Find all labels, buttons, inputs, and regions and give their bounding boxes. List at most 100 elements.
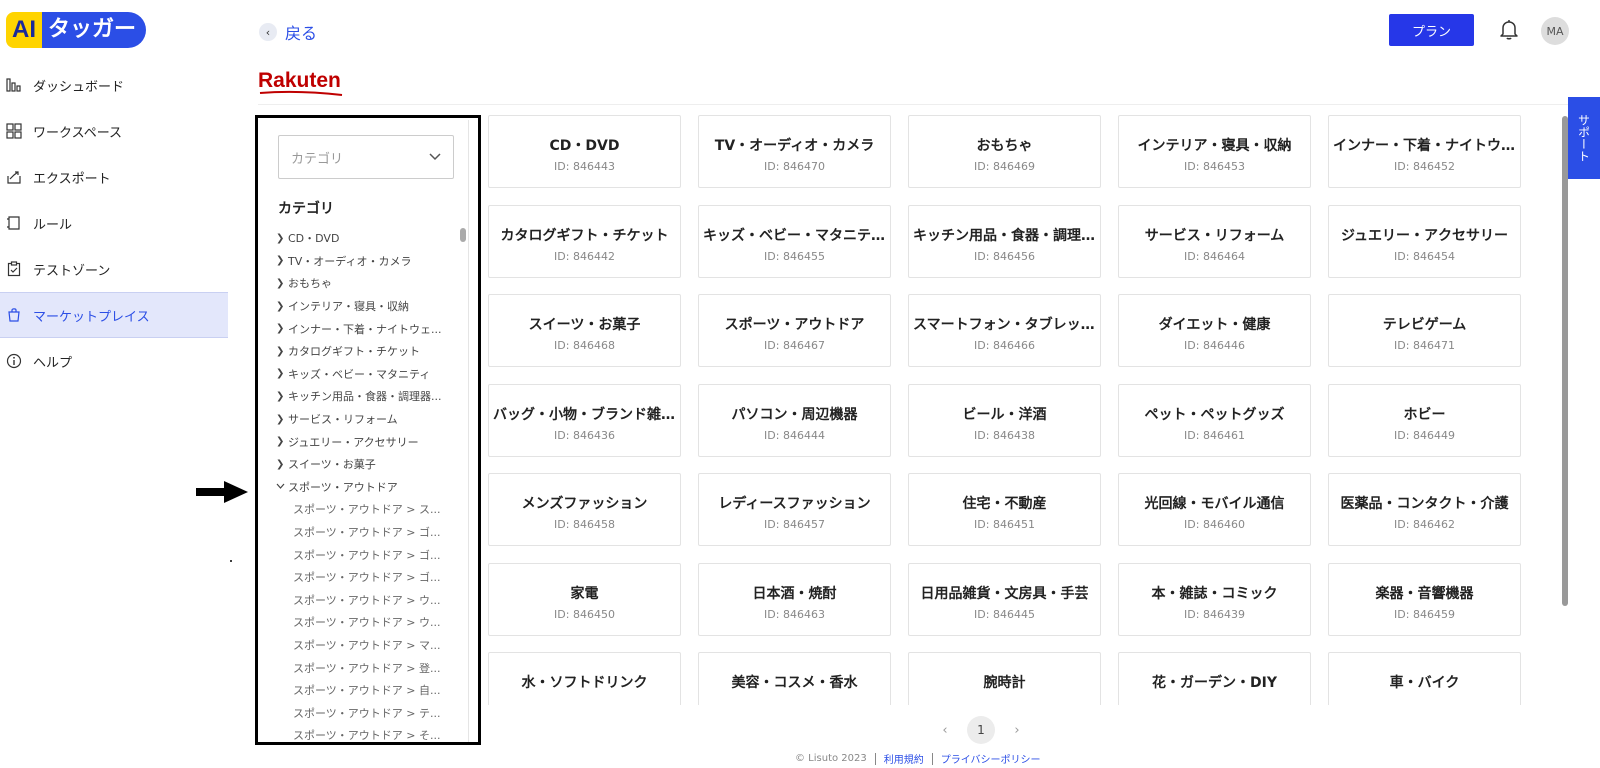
- page-number[interactable]: 1: [967, 716, 995, 744]
- category-item[interactable]: ❯ ジュエリー・アクセサリー: [276, 430, 462, 453]
- card-name: 腕時計: [983, 675, 1026, 691]
- chevron-right-icon: ❯: [276, 277, 285, 289]
- category-card[interactable]: ペット・ペットグッズ ID: 846461: [1118, 383, 1311, 457]
- category-subitem[interactable]: スポーツ・アウトドア > ゴ...: [276, 543, 462, 566]
- card-id: ID: 846463: [764, 607, 825, 621]
- category-item[interactable]: ❯ インテリア・寝具・収納: [276, 295, 462, 318]
- category-card[interactable]: 車・バイク: [1328, 652, 1521, 705]
- category-card[interactable]: テレビゲーム ID: 846471: [1328, 294, 1521, 367]
- category-card[interactable]: 家電 ID: 846450: [488, 562, 681, 636]
- category-card[interactable]: キッズ・ベビー・マタニテ... ID: 846455: [698, 204, 891, 278]
- category-subitem[interactable]: スポーツ・アウトドア > ゴ...: [276, 566, 462, 589]
- back-link[interactable]: ‹ 戻る: [259, 20, 317, 44]
- category-card[interactable]: キッチン用品・食器・調理... ID: 846456: [908, 204, 1101, 278]
- category-card[interactable]: 医薬品・コンタクト・介護 ID: 846462: [1328, 473, 1521, 546]
- category-card[interactable]: 住宅・不動産 ID: 846451: [908, 473, 1101, 546]
- card-id: ID: 846449: [1394, 428, 1455, 442]
- terms-link[interactable]: 利用規約: [884, 751, 924, 766]
- category-item[interactable]: ❯ TV・オーディオ・カメラ: [276, 250, 462, 273]
- category-card[interactable]: スイーツ・お菓子 ID: 846468: [488, 294, 681, 367]
- category-item[interactable]: スポーツ・アウトドア: [276, 476, 462, 499]
- category-card[interactable]: ダイエット・健康 ID: 846446: [1118, 294, 1311, 367]
- category-card[interactable]: 水・ソフトドリンク: [488, 652, 681, 705]
- category-card[interactable]: 楽器・音響機器 ID: 846459: [1328, 562, 1521, 636]
- category-card[interactable]: CD・DVD ID: 846443: [488, 115, 681, 188]
- avatar[interactable]: MA: [1541, 17, 1569, 45]
- privacy-link[interactable]: プライバシーポリシー: [941, 751, 1041, 766]
- category-card[interactable]: 日用品雑貨・文房具・手芸 ID: 846445: [908, 562, 1101, 636]
- category-subitem[interactable]: スポーツ・アウトドア > ウ...: [276, 611, 462, 634]
- category-item-label: インナー・下着・ナイトウェ...: [288, 322, 442, 336]
- sidebar-item[interactable]: ルール: [0, 200, 228, 246]
- category-item-label: TV・オーディオ・カメラ: [288, 254, 412, 268]
- sidebar-item[interactable]: エクスポート: [0, 154, 228, 200]
- category-item[interactable]: ❯ CD・DVD: [276, 227, 462, 250]
- category-item[interactable]: ❯ おもちゃ: [276, 272, 462, 295]
- category-card[interactable]: パソコン・周辺機器 ID: 846444: [698, 383, 891, 457]
- category-subitem[interactable]: スポーツ・アウトドア > ゴ...: [276, 521, 462, 544]
- category-subitem[interactable]: スポーツ・アウトドア > ス...: [276, 498, 462, 521]
- bell-icon[interactable]: [1497, 17, 1521, 41]
- sidebar-item[interactable]: マーケットプレイス: [0, 292, 228, 338]
- category-card[interactable]: TV・オーディオ・カメラ ID: 846470: [698, 115, 891, 188]
- category-card[interactable]: 光回線・モバイル通信 ID: 846460: [1118, 473, 1311, 546]
- category-card[interactable]: インナー・下着・ナイトウ... ID: 846452: [1328, 115, 1521, 188]
- category-select[interactable]: カテゴリ: [278, 135, 454, 179]
- category-card[interactable]: カタログギフト・チケット ID: 846442: [488, 204, 681, 278]
- card-name: 家電: [570, 585, 599, 602]
- card-id: ID: 846469: [974, 160, 1035, 173]
- footer: © Lisuto 2023 利用規約 プライバシーポリシー: [795, 751, 1041, 766]
- category-card[interactable]: スポーツ・アウトドア ID: 846467: [698, 294, 891, 367]
- sidebar-item-label: ヘルプ: [33, 355, 73, 371]
- sidebar-item-label: エクスポート: [33, 171, 111, 187]
- category-card[interactable]: レディースファッション ID: 846457: [698, 473, 891, 546]
- plan-button[interactable]: プラン: [1389, 14, 1474, 46]
- chevron-right-icon: ❯: [276, 436, 285, 448]
- category-card[interactable]: スマートフォン・タブレッ... ID: 846466: [908, 294, 1101, 367]
- category-card[interactable]: ジュエリー・アクセサリー ID: 846454: [1328, 204, 1521, 278]
- card-name: 水・ソフトドリンク: [521, 675, 648, 691]
- category-subitem[interactable]: スポーツ・アウトドア > テ...: [276, 701, 462, 724]
- sidebar-item[interactable]: ヘルプ: [0, 338, 228, 384]
- sidebar-item[interactable]: ダッシュボード: [0, 62, 228, 108]
- chevron-right-icon: ❯: [276, 323, 285, 335]
- category-card[interactable]: 花・ガーデン・DIY: [1118, 652, 1311, 705]
- category-card[interactable]: インテリア・寝具・収納 ID: 846453: [1118, 115, 1311, 188]
- category-item[interactable]: ❯ インナー・下着・ナイトウェ...: [276, 317, 462, 340]
- arrow-right-icon: [196, 481, 248, 503]
- card-id: ID: 846470: [764, 160, 825, 173]
- category-subitem[interactable]: スポーツ・アウトドア > そ...: [276, 724, 462, 742]
- card-name: カタログギフト・チケット: [500, 227, 669, 244]
- category-subitem[interactable]: スポーツ・アウトドア > 自...: [276, 679, 462, 702]
- category-card[interactable]: 日本酒・焼酎 ID: 846463: [698, 562, 891, 636]
- next-page-button[interactable]: ›: [1007, 723, 1027, 738]
- category-item[interactable]: ❯ サービス・リフォーム: [276, 408, 462, 431]
- category-card[interactable]: バッグ・小物・ブランド雑... ID: 846436: [488, 383, 681, 457]
- category-subitem[interactable]: スポーツ・アウトドア > 登...: [276, 656, 462, 679]
- category-subitem[interactable]: スポーツ・アウトドア > マ...: [276, 634, 462, 657]
- category-subitem[interactable]: スポーツ・アウトドア > ウ...: [276, 589, 462, 612]
- category-card[interactable]: おもちゃ ID: 846469: [908, 115, 1101, 188]
- sidebar-item[interactable]: ワークスペース: [0, 108, 228, 154]
- sidebar-item-label: ルール: [33, 217, 73, 233]
- category-item[interactable]: ❯ カタログギフト・チケット: [276, 340, 462, 363]
- main-scrollbar[interactable]: [1562, 116, 1568, 606]
- category-item[interactable]: ❯ スイーツ・お菓子: [276, 453, 462, 476]
- support-tab[interactable]: サポート: [1568, 97, 1600, 179]
- chart-icon: [6, 77, 22, 93]
- sidebar-item[interactable]: テストゾーン: [0, 246, 228, 292]
- category-card[interactable]: メンズファッション ID: 846458: [488, 473, 681, 546]
- category-card[interactable]: ビール・洋酒 ID: 846438: [908, 383, 1101, 457]
- category-item[interactable]: ❯ キッチン用品・食器・調理器...: [276, 385, 462, 408]
- sidebar-item-label: テストゾーン: [33, 263, 111, 279]
- prev-page-button[interactable]: ‹: [935, 723, 955, 738]
- card-id: ID: 846467: [764, 339, 825, 352]
- category-card[interactable]: サービス・リフォーム ID: 846464: [1118, 204, 1311, 278]
- app-logo[interactable]: AI タッガー: [6, 12, 147, 48]
- category-card[interactable]: 本・雑誌・コミック ID: 846439: [1118, 562, 1311, 636]
- category-card[interactable]: 美容・コスメ・香水: [698, 652, 891, 705]
- category-scrollbar[interactable]: [460, 228, 466, 242]
- category-card[interactable]: ホビー ID: 846449: [1328, 383, 1521, 457]
- category-card[interactable]: 腕時計: [908, 652, 1101, 705]
- category-item[interactable]: ❯ キッズ・ベビー・マタニティ: [276, 363, 462, 386]
